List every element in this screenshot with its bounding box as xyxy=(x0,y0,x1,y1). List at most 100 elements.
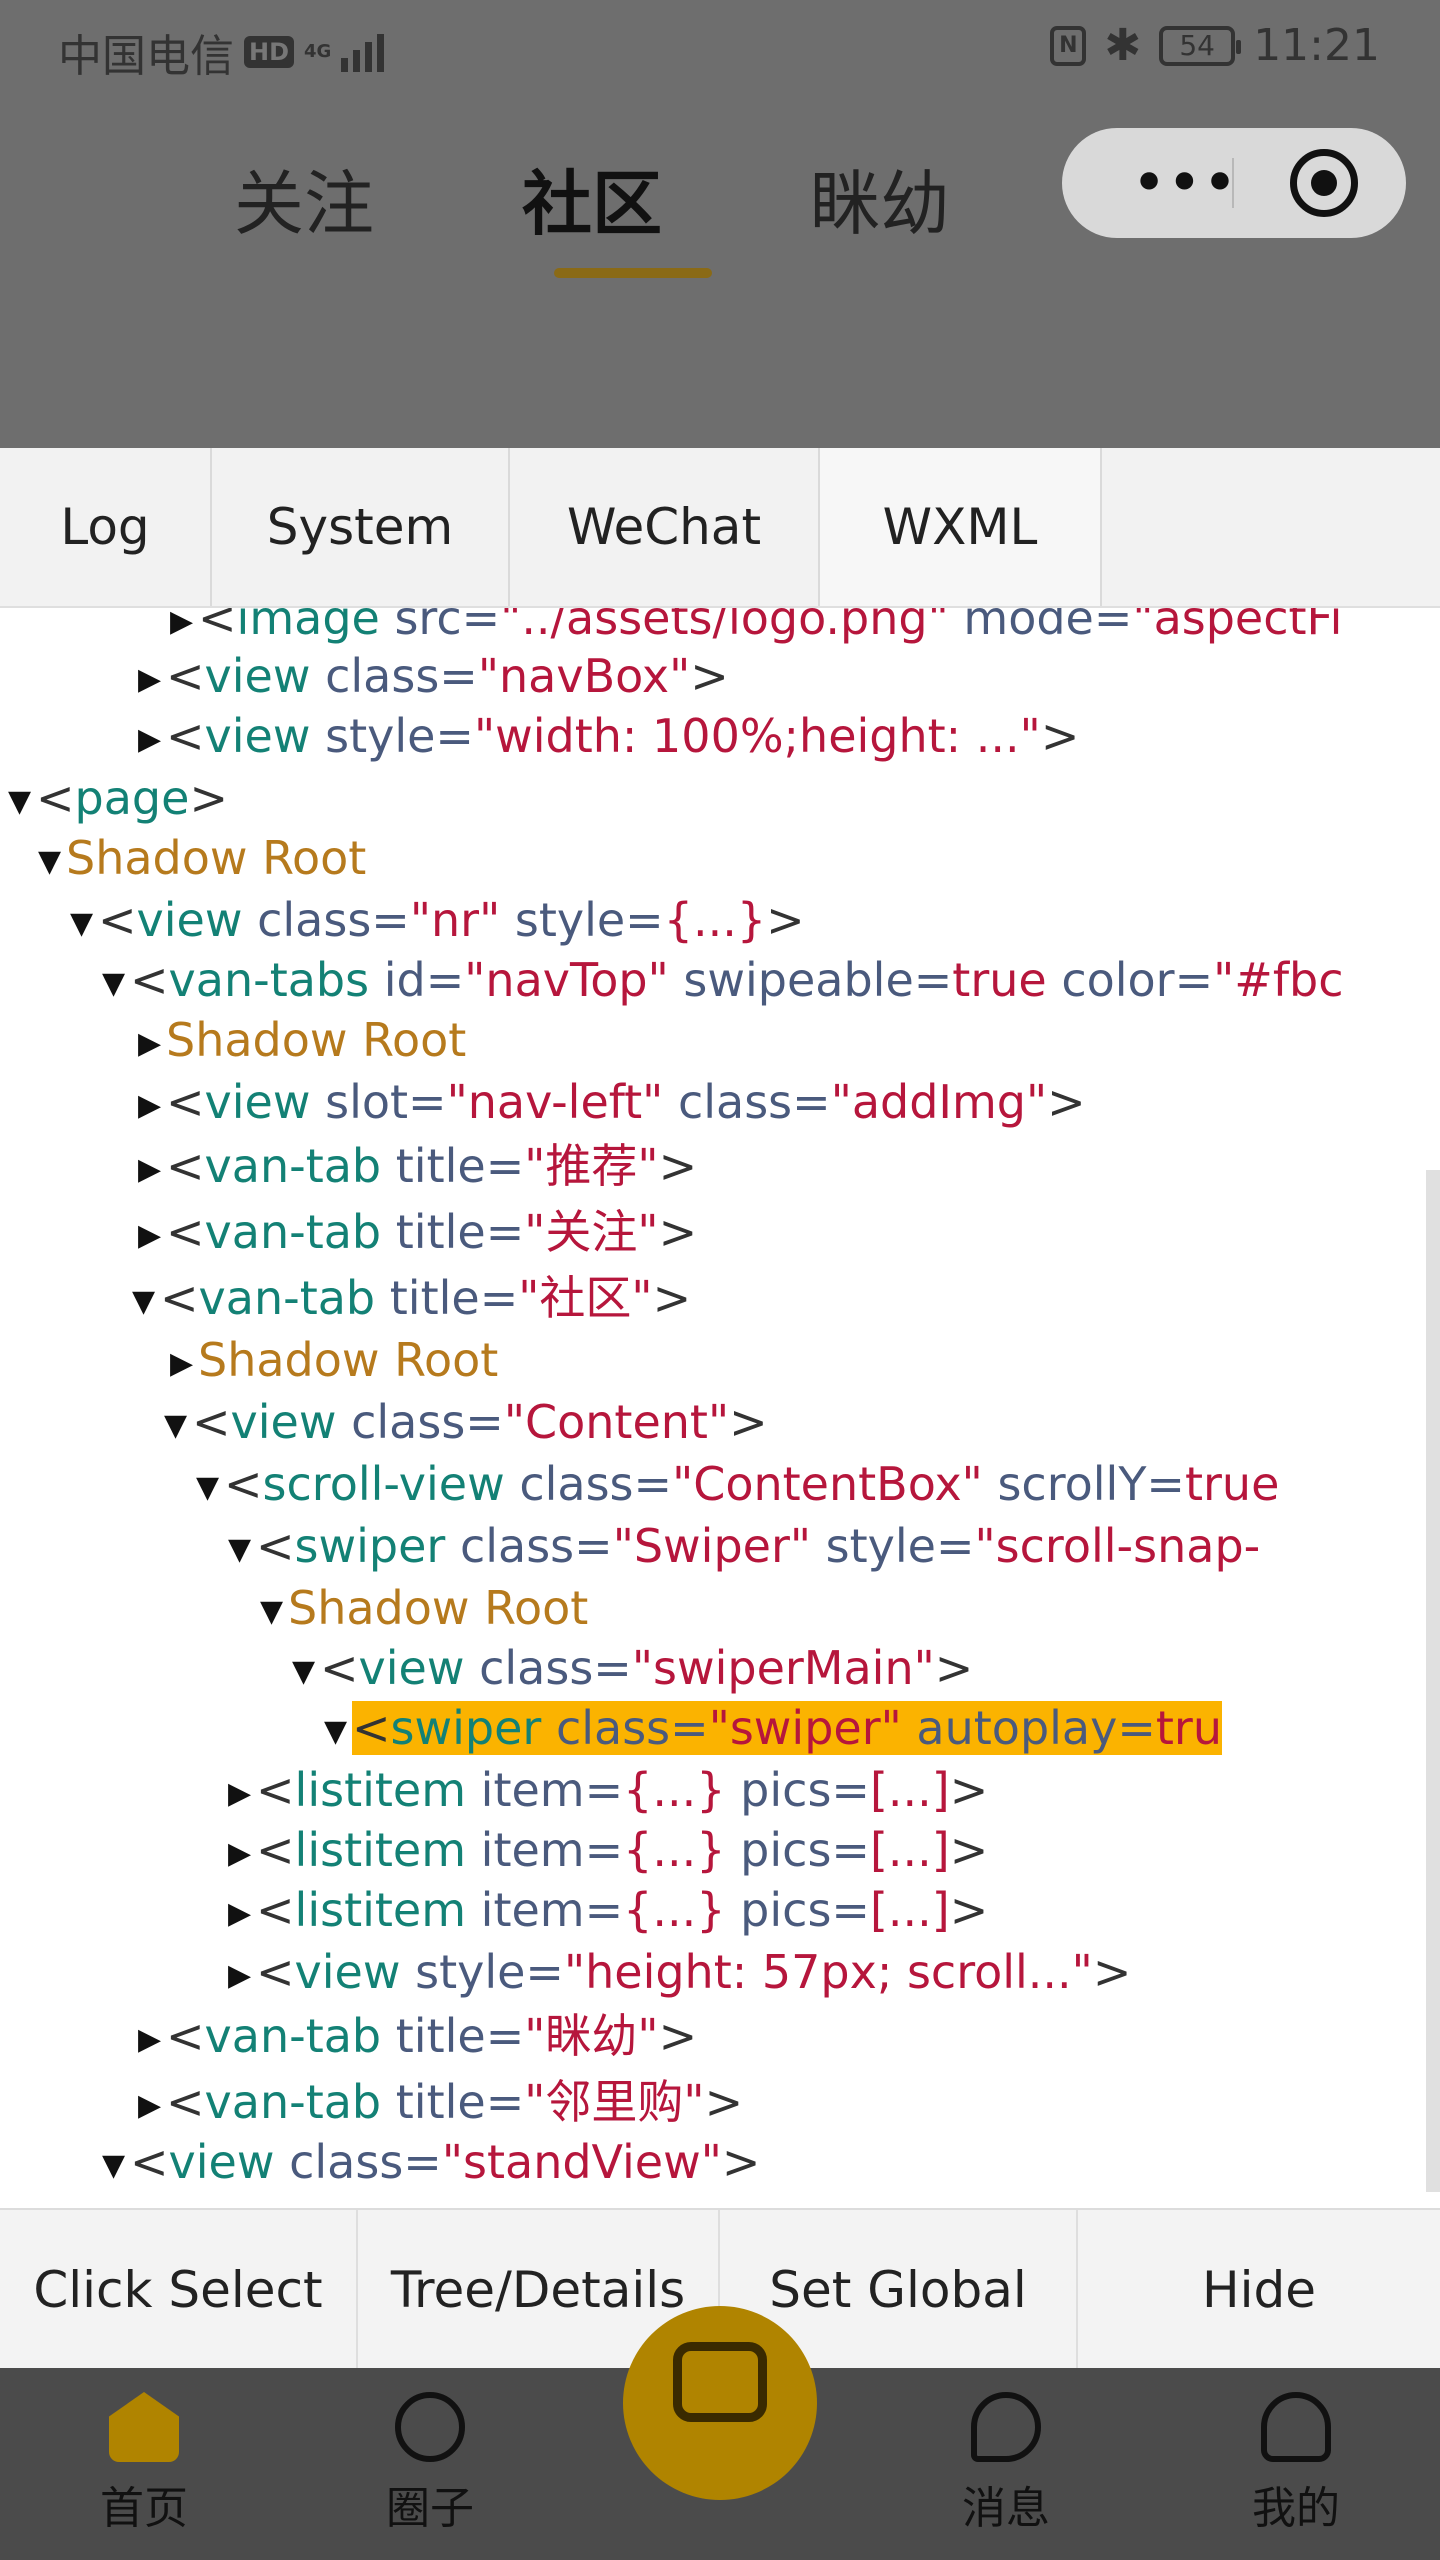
tag-name: view xyxy=(294,1945,401,1999)
tab-miyou[interactable]: 眯幼 xyxy=(736,148,1024,278)
tree-row[interactable]: ▼ <view class="standView"> xyxy=(102,2132,760,2192)
tree-row[interactable]: ▶ <view style="height: 57px; scroll..."> xyxy=(228,1942,1131,2002)
collapse-arrow-icon[interactable]: ▼ xyxy=(70,894,98,954)
tree-row[interactable]: ▶ <listitem item={...} pics=[...]> xyxy=(228,1820,988,1880)
nav-messages[interactable]: 消息 xyxy=(936,2368,1076,2536)
tag-close-bracket: > xyxy=(729,1395,768,1449)
tag-close-bracket: > xyxy=(949,1823,989,1877)
tag-close-bracket: > xyxy=(652,1271,692,1325)
tree-row[interactable]: ▼ <scroll-view class="ContentBox" scrollY… xyxy=(196,1454,1279,1514)
tree-node-content: <view class="swiperMain"> xyxy=(320,1641,973,1695)
tag-open-bracket: < xyxy=(166,709,205,763)
scrollbar[interactable] xyxy=(1426,1170,1440,2192)
expand-arrow-icon[interactable]: ▶ xyxy=(228,1946,256,2006)
collapse-arrow-icon[interactable]: ▼ xyxy=(228,1520,256,1580)
tag-open-bracket: < xyxy=(160,1271,199,1325)
close-target-icon[interactable] xyxy=(1290,149,1358,217)
tree-row[interactable]: ▶ <van-tab title="邻里购"> xyxy=(138,2072,743,2132)
tab-follow[interactable]: 关注 xyxy=(160,148,448,278)
collapse-arrow-icon[interactable]: ▼ xyxy=(292,1642,320,1702)
circle-icon xyxy=(395,2392,465,2462)
tree-row[interactable]: ▼ <view class="nr" style={...}> xyxy=(70,890,805,950)
tree-row[interactable]: ▼ <swiper class="Swiper" style="scroll-sn… xyxy=(228,1516,1260,1576)
tree-row[interactable]: ▶ <view class="navBox"> xyxy=(138,646,729,706)
attribute-value: {...} xyxy=(623,1763,726,1817)
attribute-name: class= xyxy=(336,1395,504,1449)
attribute-value: {...} xyxy=(663,893,767,947)
collapse-arrow-icon[interactable]: ▼ xyxy=(324,1702,352,1762)
tree-row[interactable]: ▼ <van-tab title="社区"> xyxy=(132,1268,691,1328)
attribute-value: "邻里购" xyxy=(524,2075,705,2129)
tab-log[interactable]: Log xyxy=(0,448,212,606)
expand-arrow-icon[interactable]: ▶ xyxy=(170,1334,198,1394)
tag-close-bracket: > xyxy=(704,2075,744,2129)
expand-arrow-icon[interactable]: ▶ xyxy=(138,2010,166,2070)
tree-row[interactable]: ▶ <van-tab title="关注"> xyxy=(138,1202,697,1262)
tree-row[interactable]: ▼ Shadow Root xyxy=(260,1578,588,1638)
camera-button[interactable] xyxy=(623,2306,817,2500)
nav-profile[interactable]: 我的 xyxy=(1226,2368,1366,2536)
tree-row[interactable]: ▼ <swiper class="swiper" autoplay=tru xyxy=(324,1698,1222,1758)
tab-wechat[interactable]: WeChat xyxy=(510,448,820,606)
attribute-name: class= xyxy=(274,2135,442,2189)
expand-arrow-icon[interactable]: ▶ xyxy=(138,650,166,710)
tree-row[interactable]: ▶ <view style="width: 100%;height: ..."> xyxy=(138,706,1079,766)
tag-name: van-tab xyxy=(204,1205,382,1259)
tree-row[interactable]: ▼ <view class="Content"> xyxy=(164,1392,768,1452)
attribute-value: "ContentBox" xyxy=(672,1457,983,1511)
collapse-arrow-icon[interactable]: ▼ xyxy=(164,1396,192,1456)
nav-home[interactable]: 首页 xyxy=(74,2368,214,2536)
tree-row[interactable]: ▶ <van-tab title="推荐"> xyxy=(138,1136,697,1196)
tab-wxml[interactable]: WXML xyxy=(820,448,1102,606)
expand-arrow-icon[interactable]: ▶ xyxy=(228,1884,256,1944)
hide-button[interactable]: Hide xyxy=(1078,2210,1440,2370)
tree-row[interactable]: ▶ <listitem item={...} pics=[...]> xyxy=(228,1880,988,1940)
collapse-arrow-icon[interactable]: ▼ xyxy=(102,954,130,1014)
collapse-arrow-icon[interactable]: ▼ xyxy=(132,1272,160,1332)
tree-row[interactable]: ▼ <van-tabs id="navTop" swipeable=true co… xyxy=(102,950,1344,1010)
attribute-value: "../assets/logo.png" xyxy=(500,608,949,645)
expand-arrow-icon[interactable]: ▶ xyxy=(228,1764,256,1824)
tag-open-bracket: < xyxy=(256,1883,295,1937)
nav-home-label: 首页 xyxy=(100,2483,188,2534)
tree-row[interactable]: ▶ <image src="../assets/logo.png" mode="a… xyxy=(170,608,1342,648)
tag-close-bracket: > xyxy=(766,893,805,947)
expand-arrow-icon[interactable]: ▶ xyxy=(138,1140,166,1200)
nav-circle[interactable]: 圈子 xyxy=(360,2368,500,2536)
expand-arrow-icon[interactable]: ▶ xyxy=(170,608,198,652)
attribute-value: "推荐" xyxy=(524,1139,659,1193)
tag-name: van-tabs xyxy=(168,953,370,1007)
nav-circle-label: 圈子 xyxy=(386,2483,474,2534)
collapse-arrow-icon[interactable]: ▼ xyxy=(8,772,36,832)
expand-arrow-icon[interactable]: ▶ xyxy=(138,1014,166,1074)
tag-close-bracket: > xyxy=(949,1763,989,1817)
collapse-arrow-icon[interactable]: ▼ xyxy=(196,1458,224,1518)
more-icon[interactable]: ••• xyxy=(1102,128,1267,238)
collapse-arrow-icon[interactable]: ▼ xyxy=(38,832,66,892)
tab-community[interactable]: 社区 xyxy=(448,148,736,278)
attribute-name: pics= xyxy=(725,1823,870,1877)
tree-row[interactable]: ▼ <view class="swiperMain"> xyxy=(292,1638,973,1698)
expand-arrow-icon[interactable]: ▶ xyxy=(228,1824,256,1884)
expand-arrow-icon[interactable]: ▶ xyxy=(138,1206,166,1266)
collapse-arrow-icon[interactable]: ▼ xyxy=(260,1582,288,1642)
tab-system[interactable]: System xyxy=(212,448,510,606)
tree-row[interactable]: ▼ Shadow Root xyxy=(38,828,366,888)
tree-row[interactable]: ▶ <listitem item={...} pics=[...]> xyxy=(228,1760,988,1820)
tag-close-bracket: > xyxy=(934,1641,974,1695)
attribute-name: color= xyxy=(1046,953,1214,1007)
attribute-name: class= xyxy=(242,893,410,947)
tree-row[interactable]: ▶ Shadow Root xyxy=(138,1010,466,1070)
tag-close-bracket: > xyxy=(1040,709,1080,763)
tree-row[interactable]: ▶ <van-tab title="眯幼"> xyxy=(138,2006,697,2066)
collapse-arrow-icon[interactable]: ▼ xyxy=(102,2136,130,2196)
carrier-name: 中国电信 xyxy=(58,31,234,82)
expand-arrow-icon[interactable]: ▶ xyxy=(138,710,166,770)
tree-row[interactable]: ▶ <view slot="nav-left" class="addImg"> xyxy=(138,1072,1086,1132)
click-select-button[interactable]: Click Select xyxy=(0,2210,358,2370)
expand-arrow-icon[interactable]: ▶ xyxy=(138,1076,166,1136)
expand-arrow-icon[interactable]: ▶ xyxy=(138,2076,166,2136)
tree-row[interactable]: ▼ <page> xyxy=(8,768,228,828)
tag-open-bracket: < xyxy=(320,1641,359,1695)
tree-row[interactable]: ▶ Shadow Root xyxy=(170,1330,498,1390)
